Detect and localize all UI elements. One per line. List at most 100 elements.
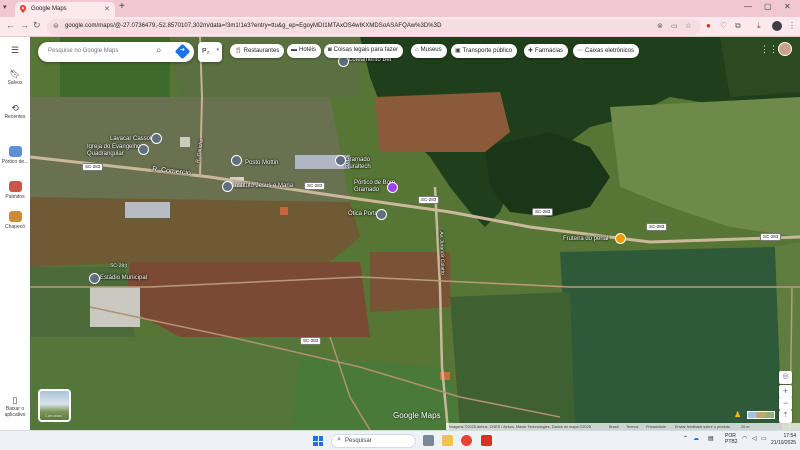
browser-tab-strip: ▾ Google Maps ✕ + — ▢ ✕: [0, 0, 800, 17]
reload-icon[interactable]: ↻: [33, 20, 41, 31]
browser-toolbar: ← → ↻ ⊜ google.com/maps/@-27.0736479,-52…: [0, 17, 800, 37]
maps-left-rail: ☰ 🔖︎ Salvos ⟲ Recentes Pórtico de... Pal…: [0, 37, 30, 430]
search-input[interactable]: Pesquise no Google Maps: [48, 48, 118, 54]
privacy-link[interactable]: Privacidade: [646, 425, 666, 429]
profile-avatar[interactable]: [772, 21, 782, 31]
chip-pharmacies[interactable]: ✚ Farmácias: [524, 44, 569, 58]
street-view-button[interactable]: ⇡: [779, 410, 792, 423]
zoom-out-button[interactable]: −: [779, 397, 792, 410]
volume-icon[interactable]: ◁: [752, 435, 757, 442]
back-icon[interactable]: ←: [6, 20, 15, 30]
download-app-label: Baixar o aplicativo: [4, 406, 26, 418]
bed-icon: ▬: [291, 47, 297, 53]
chip-label: Coisas legais para fazer: [333, 47, 398, 53]
place-label[interactable]: Posto Mottin: [245, 160, 278, 167]
chip-hotels[interactable]: ▬ Hotéis: [287, 44, 322, 58]
tab-close-icon[interactable]: ✕: [104, 5, 110, 13]
rail-item-portico[interactable]: Pórtico de...: [0, 146, 30, 165]
rail-item-label: Chapecó: [4, 224, 25, 230]
tray-chevron-icon[interactable]: ⌃: [683, 435, 688, 442]
extension-red-icon[interactable]: ●: [706, 21, 711, 30]
museum-icon: ⌂: [415, 47, 419, 53]
tab-search-icon[interactable]: ▾: [3, 3, 7, 11]
landmark-pin-icon[interactable]: [387, 182, 398, 193]
tray-app-icon[interactable]: ☁: [693, 435, 699, 442]
terms-link[interactable]: Termos: [626, 425, 638, 429]
place-label[interactable]: Instituto Jesus e Maria: [233, 183, 293, 190]
place-label[interactable]: Estádio Municipal: [100, 275, 147, 282]
place-pin-icon[interactable]: [138, 144, 149, 155]
chip-atms[interactable]: ⋯ Caixas eletrônicos: [573, 44, 640, 58]
place-label[interactable]: Gramado Ruraltech: [345, 157, 385, 171]
tab-google-maps[interactable]: Google Maps ✕: [15, 2, 115, 17]
star-icon[interactable]: ☆: [685, 22, 691, 30]
download-app-button[interactable]: ▯ Baixar o aplicativo: [0, 395, 30, 418]
menu-button[interactable]: ☰: [0, 45, 30, 56]
pdf-reader-icon[interactable]: [481, 435, 492, 446]
account-avatar[interactable]: [778, 42, 792, 56]
cast-icon[interactable]: ▭: [671, 22, 678, 30]
route-shield: SC-283: [304, 182, 326, 190]
rail-item-palmitos[interactable]: Palmitos: [0, 181, 30, 200]
close-window-icon[interactable]: ✕: [784, 2, 791, 11]
new-tab-button[interactable]: +: [119, 1, 125, 12]
place-label[interactable]: Ótica Porto: [348, 211, 378, 218]
extensions-icon[interactable]: ⧉: [735, 21, 741, 31]
pegman-icon[interactable]: ♟: [734, 410, 741, 419]
site-info-icon[interactable]: ⊜: [53, 22, 59, 30]
feedback-link[interactable]: Enviar feedback sobre o produto: [675, 425, 730, 429]
windows-start-icon[interactable]: [313, 436, 323, 446]
place-label[interactable]: Loteamento Bet: [349, 57, 391, 64]
directions-icon[interactable]: ➜: [174, 43, 191, 60]
stadium-pin-icon[interactable]: [89, 273, 100, 284]
address-bar[interactable]: ⊜ google.com/maps/@-27.0736479,-52.85701…: [47, 19, 701, 35]
tray-app-icon[interactable]: ▤: [708, 435, 714, 442]
place-pin-icon[interactable]: [231, 155, 242, 166]
route-shield: SC-283: [760, 233, 782, 241]
extension-hand-icon[interactable]: ♡: [720, 21, 727, 30]
place-label[interactable]: Lavacar Cassol: [110, 136, 151, 143]
download-icon[interactable]: ⤓: [757, 21, 761, 31]
wifi-icon[interactable]: ◠: [742, 435, 747, 442]
rail-item-recent[interactable]: ⟲ Recentes: [0, 103, 30, 120]
place-pin-icon[interactable]: [376, 209, 387, 220]
browser-menu-icon[interactable]: ⋮: [788, 21, 796, 30]
file-explorer-icon[interactable]: [442, 435, 453, 446]
system-clock[interactable]: 17:54 21/10/2025: [771, 433, 796, 447]
imagery-thumbnails[interactable]: [747, 411, 775, 419]
country-link[interactable]: Brasil: [609, 425, 619, 429]
school-pin-icon[interactable]: [222, 181, 233, 192]
chip-museums[interactable]: ⌂ Museus: [411, 44, 447, 58]
route-shield: SC-283: [82, 163, 104, 171]
my-location-button[interactable]: ◎: [779, 371, 792, 384]
search-icon[interactable]: ⌕: [156, 45, 162, 56]
rail-item-chapeco[interactable]: Chapecó: [0, 211, 30, 230]
battery-icon[interactable]: ▭: [761, 435, 767, 442]
chip-label: Restaurantes: [243, 48, 280, 54]
maximize-icon[interactable]: ▢: [764, 2, 772, 11]
preview-button[interactable]: P₂ ▾: [198, 42, 222, 62]
google-apps-icon[interactable]: ⋮⋮: [760, 44, 778, 55]
language-indicator[interactable]: POR PTB2: [725, 433, 738, 445]
place-label[interactable]: Fruteira do penal: [563, 236, 608, 243]
scale-label[interactable]: 20 m: [741, 425, 749, 429]
chrome-icon[interactable]: [461, 435, 472, 446]
chip-transit[interactable]: ▣ Transporte público: [451, 44, 518, 58]
rail-item-saved[interactable]: 🔖︎ Salvos: [0, 69, 30, 86]
chip-label: Museus: [420, 47, 442, 53]
map-canvas[interactable]: [30, 37, 800, 430]
food-pin-icon[interactable]: [615, 233, 626, 244]
layers-button[interactable]: Camadas: [38, 389, 71, 422]
place-pin-icon[interactable]: [151, 133, 162, 144]
search-box[interactable]: Pesquise no Google Maps ⌕ ➜: [38, 42, 194, 62]
forward-icon[interactable]: →: [20, 20, 29, 30]
taskbar-search[interactable]: ⌕ Pesquisar: [331, 434, 416, 448]
chip-restaurants[interactable]: 🍴︎ Restaurantes: [230, 44, 285, 58]
taskbar-search-placeholder: Pesquisar: [345, 438, 372, 444]
task-view-icon[interactable]: [423, 435, 434, 446]
road-label: SC-283: [109, 262, 128, 270]
minimize-icon[interactable]: —: [744, 2, 752, 11]
translate-icon[interactable]: ⊗: [657, 22, 663, 30]
chip-things-to-do[interactable]: ◙ Coisas legais para fazer: [324, 44, 403, 58]
place-pin-icon[interactable]: [335, 155, 346, 166]
